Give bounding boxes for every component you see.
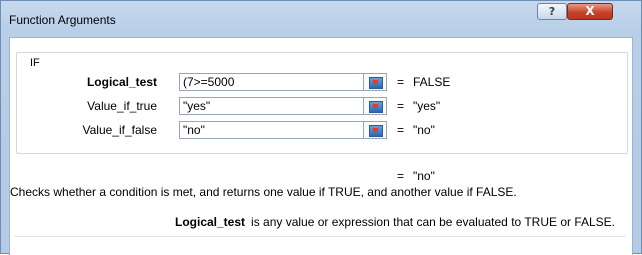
help-button[interactable]: ? [537, 3, 567, 20]
logical-test-label: Logical_test [86, 75, 157, 89]
range-select-icon [369, 101, 383, 113]
argument-help-text: is any value or expression that can be e… [251, 215, 616, 229]
function-arguments-dialog: Function Arguments ? X IF Logical_test =… [0, 0, 642, 255]
value-if-false-label: Value_if_false [82, 123, 158, 137]
logical-test-collapse-button[interactable] [363, 73, 387, 91]
value-if-true-collapse-button[interactable] [363, 97, 387, 115]
logical-test-input[interactable] [179, 73, 363, 91]
value-if-false-input[interactable] [179, 121, 363, 139]
logical-test-result: FALSE [413, 75, 451, 89]
formula-result-equals: = [397, 169, 405, 183]
value-if-false-result: "no" [413, 123, 435, 137]
range-select-icon [369, 77, 383, 89]
equals-sign: = [397, 75, 405, 89]
close-button[interactable]: X [567, 3, 613, 20]
dialog-body: IF Logical_test = FALSE Value_if_true = … [9, 37, 633, 255]
formula-result: "no" [413, 169, 435, 183]
value-if-false-collapse-button[interactable] [363, 121, 387, 139]
argument-help: Logical_test is any value or expression t… [175, 215, 615, 229]
equals-sign: = [397, 123, 405, 137]
value-if-true-label: Value_if_true [87, 99, 157, 113]
value-if-true-input[interactable] [179, 97, 363, 115]
equals-sign: = [397, 99, 405, 113]
value-if-true-result: "yes" [413, 99, 441, 113]
range-select-icon [369, 125, 383, 137]
function-group: IF Logical_test = FALSE Value_if_true = … [10, 52, 628, 229]
section-divider [14, 236, 626, 237]
function-name: IF [27, 57, 43, 69]
dialog-title: Function Arguments [9, 13, 116, 27]
argument-help-name: Logical_test [175, 215, 246, 229]
function-description: Checks whether a condition is met, and r… [10, 185, 517, 199]
